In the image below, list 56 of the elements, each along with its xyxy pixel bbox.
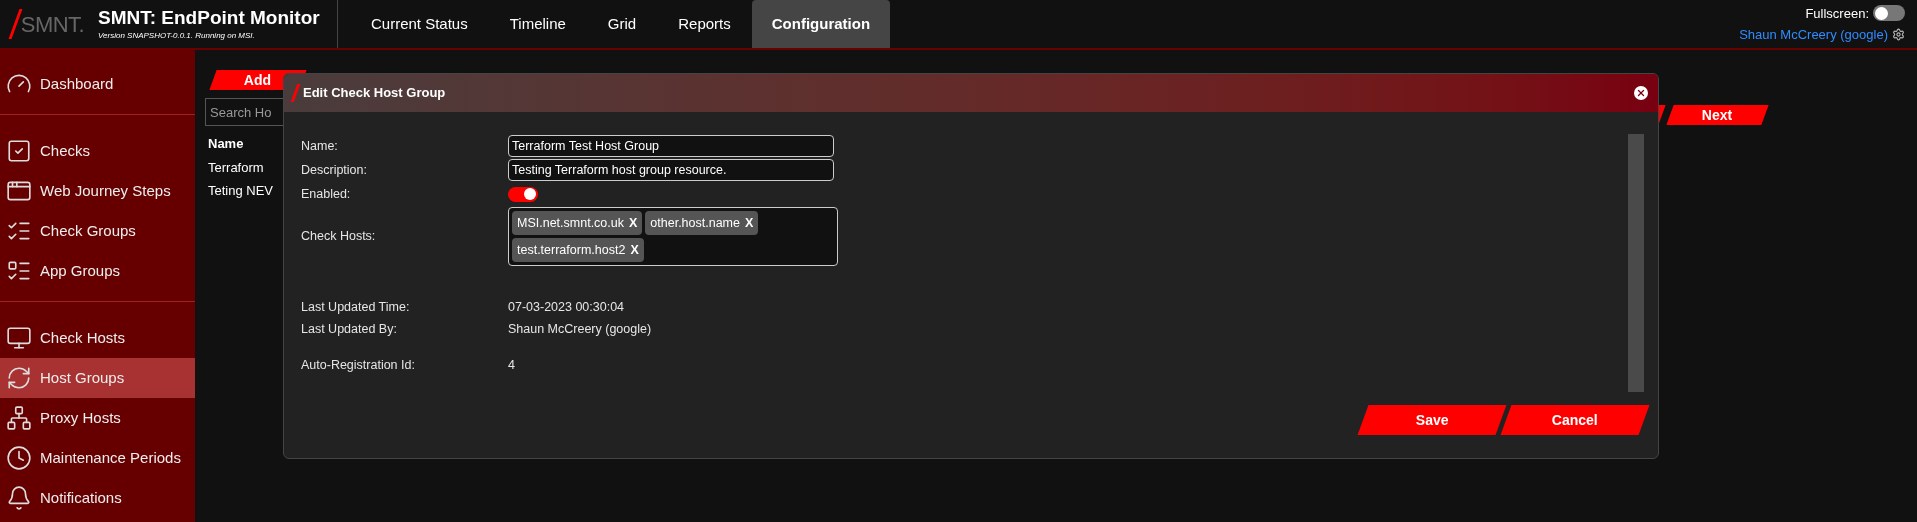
field-value: 4: [508, 356, 515, 374]
table-cell-text: Terraform: [208, 158, 264, 177]
sidebar-item[interactable]: Check Hosts: [0, 318, 195, 358]
sidebar-item[interactable]: Notifications: [0, 478, 195, 518]
sidebar-icon: [6, 325, 32, 351]
column-header: Name: [208, 135, 244, 153]
slash-icon: [290, 84, 301, 102]
cancel-button[interactable]: Cancel: [1500, 405, 1650, 435]
field-value: 07-03-2023 00:30:04: [508, 298, 625, 316]
sidebar-icon: [6, 138, 32, 164]
sidebar-item[interactable]: Maintenance Periods: [0, 438, 195, 478]
sidebar-icon: [6, 365, 32, 391]
close-button[interactable]: [1634, 86, 1648, 100]
field-label: Name:: [301, 137, 339, 155]
nav-tab[interactable]: Current Status: [350, 0, 489, 48]
text-field[interactable]: Terraform Test Host Group: [508, 135, 834, 157]
field-label: Last Updated By:: [301, 320, 398, 338]
sidebar-icon: [6, 405, 32, 431]
remove-tag-button[interactable]: X: [745, 213, 754, 233]
tags-field[interactable]: MSI.net.smnt.co.uk X other.host.name X test.terraform.host2 X: [508, 207, 838, 266]
sidebar-item[interactable]: Dashboard: [0, 64, 195, 104]
toggle-switch[interactable]: [508, 186, 538, 202]
next-button[interactable]: Next: [1666, 105, 1769, 125]
table-cell-text: Teting NEV: [208, 182, 274, 200]
user-link[interactable]: Shaun McCreery (google): [1739, 25, 1888, 45]
sidebar-item[interactable]: Checks: [0, 131, 195, 171]
sidebar-item[interactable]: Web Journey Steps: [0, 171, 195, 211]
tag-text: MSI.net.smnt.co.uk: [517, 214, 624, 232]
tag-text: other.host.name: [650, 214, 740, 232]
sidebar-item[interactable]: Proxy Hosts: [0, 398, 195, 438]
app-title: SMNT: EndPoint Monitor: [98, 6, 321, 30]
sidebar-icon: [6, 485, 32, 511]
field-label: Last Updated Time:: [301, 298, 411, 316]
nav-tab[interactable]: Grid: [586, 0, 658, 48]
fullscreen-label: Fullscreen:: [1805, 4, 1869, 23]
fullscreen-toggle[interactable]: [1873, 5, 1905, 22]
sidebar-icon: [6, 445, 32, 471]
logo: SMNT.: [20, 10, 85, 39]
nav-tab[interactable]: Configuration: [751, 0, 891, 48]
nav-tab[interactable]: Reports: [657, 0, 752, 48]
tag-text: test.terraform.host2: [517, 241, 626, 259]
field-label: Description:: [301, 161, 368, 179]
sidebar-item[interactable]: App Groups: [0, 251, 195, 291]
save-button[interactable]: Save: [1357, 405, 1507, 435]
field-label: Check Hosts:: [301, 228, 377, 246]
text-field[interactable]: Testing Terraform host group resource.: [508, 159, 834, 181]
field-label: Auto-Registration Id:: [301, 356, 416, 374]
sidebar-item[interactable]: Host Groups: [0, 358, 195, 398]
remove-tag-button[interactable]: X: [630, 240, 639, 260]
nav-tab[interactable]: Timeline: [488, 0, 587, 48]
field-label: Enabled:: [301, 185, 352, 203]
version-text: Version SNAPSHOT-0.0.1. Running on MSI.: [98, 30, 256, 42]
remove-tag-button[interactable]: X: [629, 213, 638, 233]
field-value: Shaun McCreery (google): [508, 320, 652, 338]
settings-icon[interactable]: [1892, 28, 1905, 42]
sidebar-item[interactable]: Check Groups: [0, 211, 195, 251]
